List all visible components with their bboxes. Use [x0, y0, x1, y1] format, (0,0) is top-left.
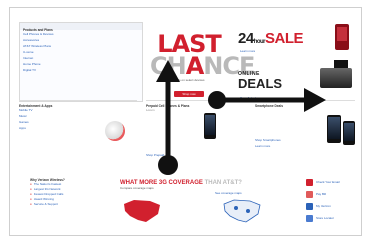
quick-link-store[interactable]: Store Locator — [306, 214, 361, 224]
product-link[interactable]: Internet — [23, 56, 139, 61]
smartphone-image-2[interactable] — [343, 121, 355, 145]
coverage-map-blue[interactable] — [222, 198, 262, 224]
bill-icon — [306, 191, 313, 198]
prepaid-section: Prepaid Cell Phones & Plans Lorem Shop P… — [146, 100, 224, 171]
product-link[interactable]: Home Phone — [23, 62, 139, 67]
account-icon — [306, 203, 313, 210]
online-deals-heading[interactable]: ONLINE DEALS — [238, 72, 282, 92]
coverage-map-red[interactable] — [122, 198, 162, 224]
product-link[interactable]: AT&T Wireless Plans — [23, 44, 139, 49]
coverage-link[interactable]: See coverage maps — [215, 191, 242, 196]
last-chance-button[interactable]: Shop now — [174, 91, 204, 97]
why-item[interactable]: Service & Support — [30, 202, 108, 207]
product-link[interactable]: Cell Phones & Devices — [23, 32, 139, 37]
entertainment-link[interactable]: Games — [19, 120, 89, 125]
promo-circle-image[interactable] — [105, 121, 125, 141]
quick-link-email[interactable]: Check Your Email — [306, 178, 361, 188]
product-link[interactable]: U-verse — [23, 50, 139, 55]
store-icon — [306, 215, 313, 222]
entertainment-link[interactable]: Music — [19, 114, 89, 119]
quick-link-account[interactable]: My Verizon — [306, 202, 361, 212]
entertainment-apps-section: Entertainment & Apps Mobile TV Music Gam… — [19, 100, 137, 171]
prepaid-phone-image[interactable] — [204, 113, 216, 139]
email-icon — [306, 179, 313, 186]
smartphone-title: Smartphone Deals — [255, 104, 283, 108]
smartphone-link[interactable]: Learn more — [255, 144, 355, 149]
smartphone-image[interactable] — [327, 115, 341, 143]
24-hour-sale-heading[interactable]: 24hourSALE — [238, 30, 304, 47]
coverage-section: WHAT MORE 3G COVERAGE THAN AT&T? Compare… — [120, 180, 295, 195]
web-page-screenshot: Products and Plans Cell Phones & Devices… — [9, 7, 362, 236]
product-link[interactable]: Accessories — [23, 38, 139, 43]
why-wireless-section: Why Verizon Wireless? The Nation's Faste… — [30, 178, 108, 207]
smartphone-section: Smartphone Deals Shop Smartphones Learn … — [255, 100, 355, 171]
netbook-image[interactable] — [320, 68, 352, 88]
prepaid-title: Prepaid Cell Phones & Plans — [146, 104, 190, 108]
red-phone-image[interactable] — [335, 24, 349, 50]
product-link[interactable]: Digital TV — [23, 68, 139, 73]
entertainment-link[interactable]: Apps — [19, 126, 89, 131]
products-plans-box: Products and Plans Cell Phones & Devices… — [19, 22, 143, 102]
last-chance-banner[interactable]: LAST CHANCE deals on select devices Shop… — [150, 32, 255, 100]
entertainment-link[interactable]: Mobile TV — [19, 108, 89, 113]
coverage-subtitle: Compare coverage maps — [120, 186, 154, 190]
last-chance-line2: CHANCE — [150, 52, 255, 80]
prepaid-link[interactable]: Shop Prepaid — [146, 153, 164, 158]
quick-link-bill[interactable]: Pay Bill — [306, 190, 361, 200]
sale-link[interactable]: Learn more — [240, 49, 255, 54]
quick-links: Check Your Email Pay Bill My Verizon Sto… — [306, 178, 361, 226]
deals-panel: 24hourSALE Learn more ONLINE DEALS See al… — [238, 22, 358, 112]
